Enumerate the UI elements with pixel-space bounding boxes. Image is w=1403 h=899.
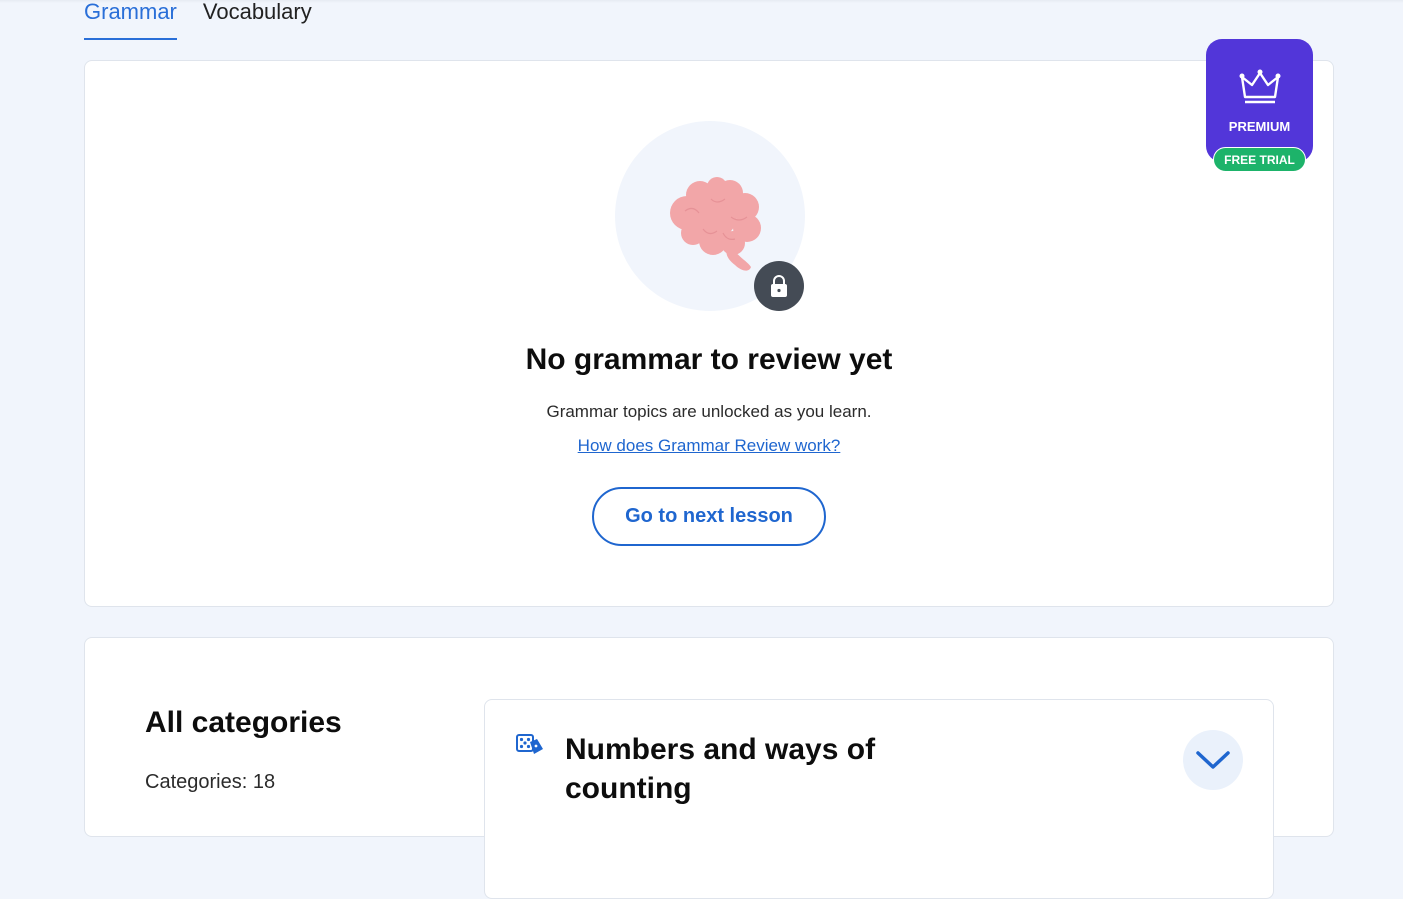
empty-state-title: No grammar to review yet	[525, 343, 893, 376]
category-item-title: Numbers and ways of counting	[565, 733, 876, 805]
category-item[interactable]: Numbers and ways of counting	[484, 699, 1274, 899]
category-expand-button[interactable]	[1183, 730, 1243, 790]
premium-badge[interactable]: PREMIUM	[1206, 39, 1313, 162]
grammar-review-help-link[interactable]: How does Grammar Review work?	[85, 436, 1333, 456]
categories-card: All categories Categories: 18 Numbers an…	[84, 637, 1334, 899]
lock-badge	[754, 261, 804, 311]
grammar-review-card: No grammar to review yet Grammar topics …	[84, 60, 1334, 607]
dice-icon	[516, 734, 543, 754]
lock-icon	[771, 275, 787, 297]
go-to-next-lesson-button[interactable]: Go to next lesson	[592, 487, 826, 546]
empty-state-subtitle: Grammar topics are unlocked as you learn…	[546, 402, 872, 421]
categories-count: Categories: 18	[145, 771, 276, 793]
tab-grammar[interactable]: Grammar	[84, 0, 177, 40]
review-tabs: Grammar Vocabulary	[84, 0, 338, 40]
free-trial-badge[interactable]: FREE TRIAL	[1213, 147, 1306, 172]
tab-vocabulary[interactable]: Vocabulary	[203, 0, 312, 40]
crown-icon	[1239, 69, 1281, 104]
chevron-down-icon	[1196, 751, 1230, 769]
premium-label: PREMIUM	[1228, 119, 1291, 134]
categories-title: All categories	[145, 706, 342, 739]
